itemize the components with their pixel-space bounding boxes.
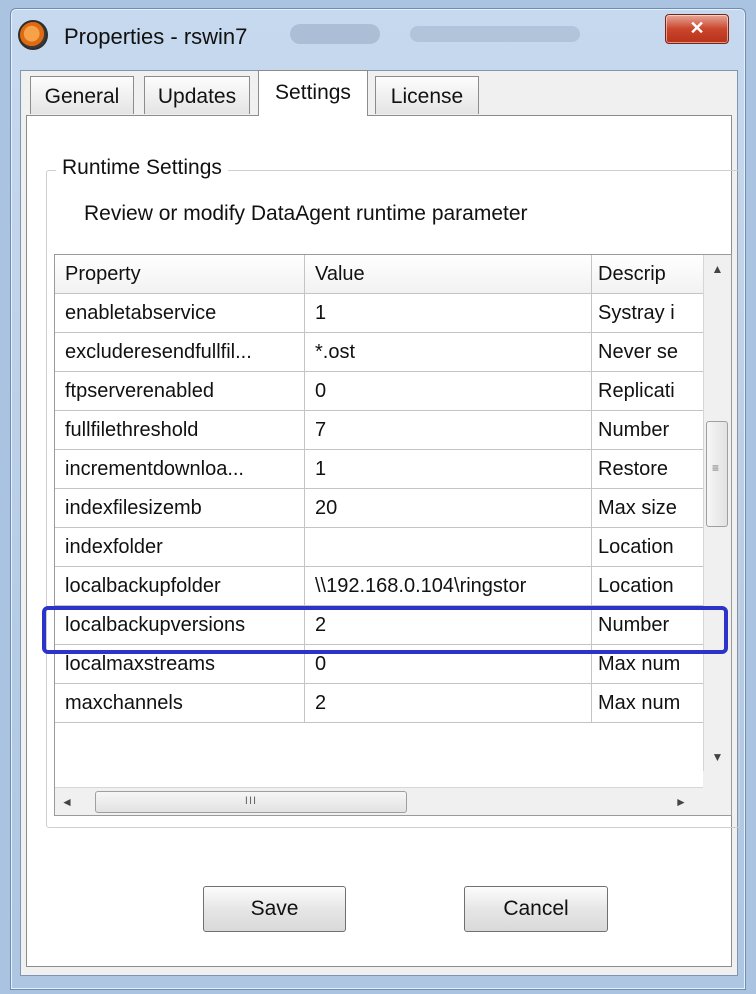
app-icon [18, 20, 48, 50]
cancel-button[interactable]: Cancel [464, 886, 608, 932]
table-row[interactable]: enabletabservice 1 Systray i [55, 294, 703, 333]
scroll-left-icon[interactable]: ◄ [61, 788, 81, 815]
value-cell[interactable]: *.ost [305, 333, 592, 371]
table-row[interactable]: incrementdownloa... 1 Restore [55, 450, 703, 489]
description-cell: Location [598, 575, 674, 597]
column-header-value[interactable]: Value [305, 255, 592, 293]
table-row-localbackupfolder[interactable]: localbackupfolder \\192.168.0.104\ringst… [55, 567, 703, 606]
property-cell: excluderesendfullfil... [55, 333, 305, 371]
table-row[interactable]: excluderesendfullfil... *.ost Never se [55, 333, 703, 372]
property-cell: fullfilethreshold [55, 411, 305, 449]
value-cell[interactable]: 2 [305, 684, 592, 722]
column-header-property[interactable]: Property [55, 255, 305, 293]
description-cell: Location [598, 536, 674, 558]
description-cell: Max size [598, 497, 677, 519]
scroll-up-icon[interactable]: ▲ [704, 255, 731, 283]
vertical-scrollbar[interactable]: ▲ ≡ ▼ [703, 255, 731, 771]
tab-updates[interactable]: Updates [144, 76, 250, 114]
table-row[interactable]: ftpserverenabled 0 Replicati [55, 372, 703, 411]
window-title: Properties - rswin7 [64, 24, 248, 49]
description-cell: Systray i [598, 302, 675, 324]
value-cell[interactable]: 0 [305, 372, 592, 410]
close-icon: ✕ [689, 18, 705, 38]
value-cell[interactable]: \\192.168.0.104\ringstor [305, 567, 592, 605]
group-title: Runtime Settings [56, 156, 228, 180]
property-cell: indexfilesizemb [55, 489, 305, 527]
value-cell[interactable]: 1 [305, 294, 592, 332]
horizontal-scrollbar[interactable]: ◄ III ► [55, 787, 703, 815]
tab-general[interactable]: General [30, 76, 134, 114]
highlight-box [42, 606, 728, 654]
scroll-down-icon[interactable]: ▼ [704, 743, 731, 771]
value-cell[interactable]: 1 [305, 450, 592, 488]
property-cell: localbackupfolder [55, 567, 305, 605]
description-cell: Restore [598, 458, 669, 480]
description-cell: Max num [598, 692, 681, 714]
scroll-right-icon[interactable]: ► [675, 788, 695, 815]
blurred-title-fragment [290, 24, 380, 44]
scrollbar-corner [703, 771, 731, 815]
table-header: Property Value Descrip [55, 255, 703, 294]
table-row[interactable]: indexfilesizemb 20 Max size [55, 489, 703, 528]
table-row[interactable]: fullfilethreshold 7 Number [55, 411, 703, 450]
property-cell: incrementdownloa... [55, 450, 305, 488]
table-row[interactable]: indexfolder Location [55, 528, 703, 567]
table-row[interactable]: maxchannels 2 Max num [55, 684, 703, 723]
description-cell: Replicati [598, 380, 675, 402]
blurred-title-fragment [410, 26, 580, 42]
description-cell: Never se [598, 341, 679, 363]
close-button[interactable]: ✕ [665, 14, 729, 44]
value-cell[interactable]: 7 [305, 411, 592, 449]
property-cell: enabletabservice [55, 294, 305, 332]
group-description: Review or modify DataAgent runtime param… [84, 202, 528, 225]
tab-settings[interactable]: Settings [258, 70, 368, 116]
description-cell: Number [598, 419, 670, 441]
property-cell: maxchannels [55, 684, 305, 722]
scroll-grip-icon: ≡ [712, 461, 720, 475]
property-cell: ftpserverenabled [55, 372, 305, 410]
value-cell[interactable]: 20 [305, 489, 592, 527]
horizontal-scroll-thumb[interactable]: III [95, 791, 407, 813]
settings-table[interactable]: Property Value Descrip enabletabservice … [54, 254, 732, 816]
save-button[interactable]: Save [203, 886, 346, 932]
tab-license[interactable]: License [375, 76, 479, 114]
value-cell[interactable] [305, 528, 592, 566]
column-header-description[interactable]: Descrip [592, 255, 703, 293]
vertical-scroll-thumb[interactable]: ≡ [706, 421, 728, 527]
property-cell: indexfolder [55, 528, 305, 566]
